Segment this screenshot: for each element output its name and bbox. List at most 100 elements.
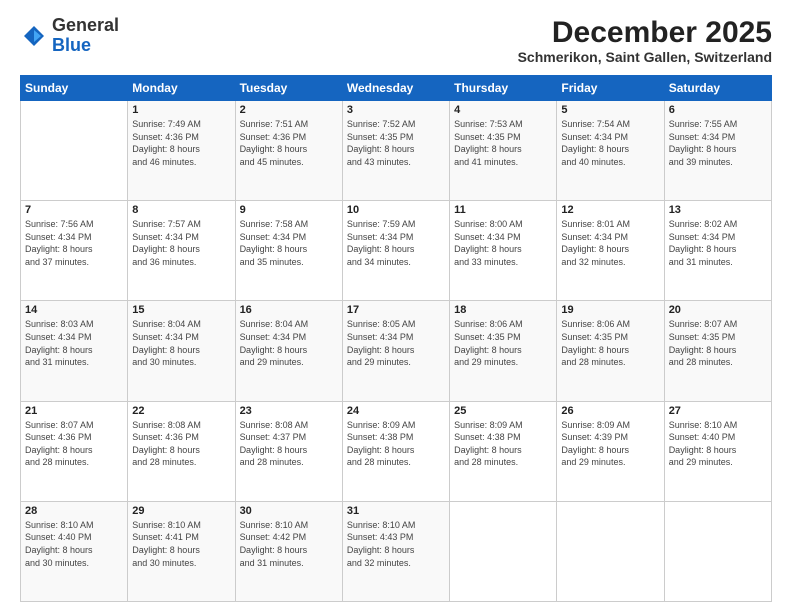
day-number: 13 — [669, 204, 767, 216]
page: General Blue December 2025 Schmerikon, S… — [0, 0, 792, 612]
day-cell — [450, 501, 557, 601]
day-number: 26 — [561, 405, 659, 417]
day-number: 24 — [347, 405, 445, 417]
day-info: Sunrise: 8:06 AMSunset: 4:35 PMDaylight:… — [561, 318, 659, 368]
day-info: Sunrise: 7:51 AMSunset: 4:36 PMDaylight:… — [240, 118, 338, 168]
day-info: Sunrise: 8:10 AMSunset: 4:41 PMDaylight:… — [132, 519, 230, 569]
day-info: Sunrise: 8:06 AMSunset: 4:35 PMDaylight:… — [454, 318, 552, 368]
day-cell: 29 Sunrise: 8:10 AMSunset: 4:41 PMDayligh… — [128, 501, 235, 601]
day-number: 3 — [347, 104, 445, 116]
day-cell: 11 Sunrise: 8:00 AMSunset: 4:34 PMDayligh… — [450, 201, 557, 301]
day-number: 31 — [347, 505, 445, 517]
logo-icon — [20, 22, 48, 50]
day-cell: 13Sunrise: 8:02 AMSunset: 4:34 PMDayligh… — [664, 201, 771, 301]
day-number: 20 — [669, 304, 767, 316]
day-info: Sunrise: 8:10 AMSunset: 4:40 PMDaylight:… — [669, 419, 767, 469]
day-number: 18 — [454, 304, 552, 316]
logo: General Blue — [20, 16, 119, 56]
day-cell — [664, 501, 771, 601]
logo-blue: Blue — [52, 35, 91, 55]
col-header-tuesday: Tuesday — [235, 76, 342, 101]
day-cell: 8 Sunrise: 7:57 AMSunset: 4:34 PMDaylight… — [128, 201, 235, 301]
calendar-table: SundayMondayTuesdayWednesdayThursdayFrid… — [20, 75, 772, 602]
calendar-subtitle: Schmerikon, Saint Gallen, Switzerland — [518, 49, 772, 65]
day-cell: 26 Sunrise: 8:09 AMSunset: 4:39 PMDayligh… — [557, 401, 664, 501]
calendar-title: December 2025 — [518, 16, 772, 49]
day-info: Sunrise: 7:58 AMSunset: 4:34 PMDaylight:… — [240, 218, 338, 268]
day-cell: 12Sunrise: 8:01 AMSunset: 4:34 PMDayligh… — [557, 201, 664, 301]
day-info: Sunrise: 7:57 AMSunset: 4:34 PMDaylight:… — [132, 218, 230, 268]
day-number: 5 — [561, 104, 659, 116]
day-info: Sunrise: 8:09 AMSunset: 4:39 PMDaylight:… — [561, 419, 659, 469]
day-info: Sunrise: 8:08 AMSunset: 4:36 PMDaylight:… — [132, 419, 230, 469]
week-row-2: 14 Sunrise: 8:03 AMSunset: 4:34 PMDayligh… — [21, 301, 772, 401]
day-cell — [557, 501, 664, 601]
day-info: Sunrise: 8:10 AMSunset: 4:42 PMDaylight:… — [240, 519, 338, 569]
day-number: 27 — [669, 405, 767, 417]
day-cell: 14 Sunrise: 8:03 AMSunset: 4:34 PMDayligh… — [21, 301, 128, 401]
day-cell: 25Sunrise: 8:09 AMSunset: 4:38 PMDayligh… — [450, 401, 557, 501]
day-cell — [21, 101, 128, 201]
week-row-3: 21 Sunrise: 8:07 AMSunset: 4:36 PMDayligh… — [21, 401, 772, 501]
day-number: 6 — [669, 104, 767, 116]
day-number: 29 — [132, 505, 230, 517]
day-number: 14 — [25, 304, 123, 316]
day-number: 1 — [132, 104, 230, 116]
day-cell: 6Sunrise: 7:55 AMSunset: 4:34 PMDaylight… — [664, 101, 771, 201]
day-cell: 23 Sunrise: 8:08 AMSunset: 4:37 PMDayligh… — [235, 401, 342, 501]
day-info: Sunrise: 8:03 AMSunset: 4:34 PMDaylight:… — [25, 318, 123, 368]
day-cell: 9 Sunrise: 7:58 AMSunset: 4:34 PMDaylight… — [235, 201, 342, 301]
day-number: 10 — [347, 204, 445, 216]
day-number: 22 — [132, 405, 230, 417]
day-info: Sunrise: 8:09 AMSunset: 4:38 PMDaylight:… — [347, 419, 445, 469]
week-row-1: 7Sunrise: 7:56 AMSunset: 4:34 PMDaylight… — [21, 201, 772, 301]
day-number: 30 — [240, 505, 338, 517]
day-number: 11 — [454, 204, 552, 216]
day-info: Sunrise: 7:59 AMSunset: 4:34 PMDaylight:… — [347, 218, 445, 268]
day-cell: 28Sunrise: 8:10 AMSunset: 4:40 PMDayligh… — [21, 501, 128, 601]
day-cell: 21 Sunrise: 8:07 AMSunset: 4:36 PMDayligh… — [21, 401, 128, 501]
day-info: Sunrise: 8:10 AMSunset: 4:40 PMDaylight:… — [25, 519, 123, 569]
day-number: 23 — [240, 405, 338, 417]
day-cell: 1 Sunrise: 7:49 AMSunset: 4:36 PMDaylight… — [128, 101, 235, 201]
day-number: 12 — [561, 204, 659, 216]
week-row-4: 28Sunrise: 8:10 AMSunset: 4:40 PMDayligh… — [21, 501, 772, 601]
day-info: Sunrise: 8:00 AMSunset: 4:34 PMDaylight:… — [454, 218, 552, 268]
day-cell: 7Sunrise: 7:56 AMSunset: 4:34 PMDaylight… — [21, 201, 128, 301]
col-header-thursday: Thursday — [450, 76, 557, 101]
day-number: 15 — [132, 304, 230, 316]
logo-text: General Blue — [52, 16, 119, 56]
day-info: Sunrise: 7:53 AMSunset: 4:35 PMDaylight:… — [454, 118, 552, 168]
day-cell: 5 Sunrise: 7:54 AMSunset: 4:34 PMDaylight… — [557, 101, 664, 201]
day-info: Sunrise: 8:10 AMSunset: 4:43 PMDaylight:… — [347, 519, 445, 569]
day-info: Sunrise: 8:07 AMSunset: 4:36 PMDaylight:… — [25, 419, 123, 469]
day-info: Sunrise: 8:09 AMSunset: 4:38 PMDaylight:… — [454, 419, 552, 469]
title-block: December 2025 Schmerikon, Saint Gallen, … — [518, 16, 772, 65]
day-cell: 19 Sunrise: 8:06 AMSunset: 4:35 PMDayligh… — [557, 301, 664, 401]
day-cell: 18 Sunrise: 8:06 AMSunset: 4:35 PMDayligh… — [450, 301, 557, 401]
day-info: Sunrise: 8:04 AMSunset: 4:34 PMDaylight:… — [240, 318, 338, 368]
day-cell: 10 Sunrise: 7:59 AMSunset: 4:34 PMDayligh… — [342, 201, 449, 301]
day-cell: 24 Sunrise: 8:09 AMSunset: 4:38 PMDayligh… — [342, 401, 449, 501]
logo-general: General — [52, 15, 119, 35]
day-info: Sunrise: 7:49 AMSunset: 4:36 PMDaylight:… — [132, 118, 230, 168]
day-info: Sunrise: 8:04 AMSunset: 4:34 PMDaylight:… — [132, 318, 230, 368]
day-info: Sunrise: 8:08 AMSunset: 4:37 PMDaylight:… — [240, 419, 338, 469]
day-cell: 2 Sunrise: 7:51 AMSunset: 4:36 PMDaylight… — [235, 101, 342, 201]
day-info: Sunrise: 7:54 AMSunset: 4:34 PMDaylight:… — [561, 118, 659, 168]
day-number: 21 — [25, 405, 123, 417]
day-number: 9 — [240, 204, 338, 216]
day-number: 2 — [240, 104, 338, 116]
day-cell: 15 Sunrise: 8:04 AMSunset: 4:34 PMDayligh… — [128, 301, 235, 401]
day-number: 16 — [240, 304, 338, 316]
week-row-0: 1 Sunrise: 7:49 AMSunset: 4:36 PMDaylight… — [21, 101, 772, 201]
day-info: Sunrise: 7:56 AMSunset: 4:34 PMDaylight:… — [25, 218, 123, 268]
day-info: Sunrise: 8:07 AMSunset: 4:35 PMDaylight:… — [669, 318, 767, 368]
day-cell: 31 Sunrise: 8:10 AMSunset: 4:43 PMDayligh… — [342, 501, 449, 601]
header: General Blue December 2025 Schmerikon, S… — [20, 16, 772, 65]
day-number: 17 — [347, 304, 445, 316]
day-number: 19 — [561, 304, 659, 316]
day-number: 8 — [132, 204, 230, 216]
day-info: Sunrise: 8:05 AMSunset: 4:34 PMDaylight:… — [347, 318, 445, 368]
day-cell: 17 Sunrise: 8:05 AMSunset: 4:34 PMDayligh… — [342, 301, 449, 401]
